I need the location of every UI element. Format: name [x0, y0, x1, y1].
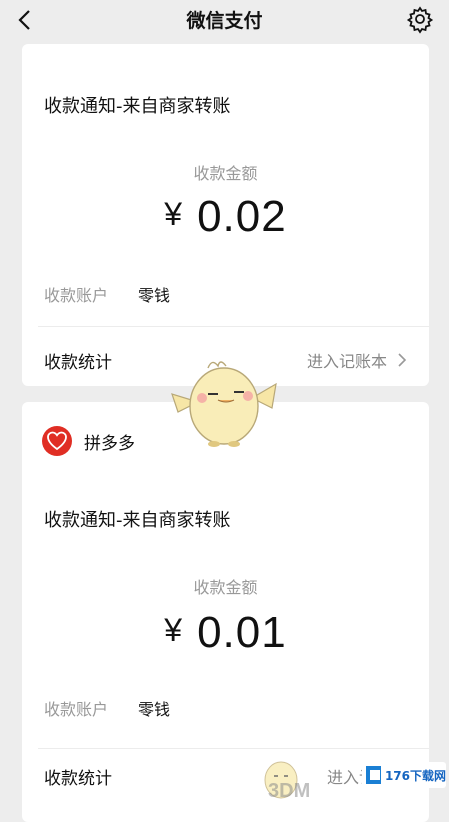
site-logo-icon	[366, 766, 381, 784]
amount-label: 收款金额	[193, 578, 258, 597]
currency-symbol: ¥	[164, 196, 184, 232]
merchant-name: 拼多多	[84, 433, 135, 454]
account-label: 收款账户	[44, 700, 109, 719]
watermark-text: 3DM	[268, 780, 311, 802]
stats-label: 收款统计	[44, 353, 112, 373]
currency-symbol: ¥	[164, 612, 184, 648]
chick-mascot-icon	[171, 361, 277, 447]
merchant-logo-icon	[42, 426, 72, 456]
ledger-link-label: 进入记账本	[306, 352, 387, 371]
notice-title: 收款通知-来自商家转账	[44, 510, 231, 531]
merchant-row: 拼多多	[42, 424, 135, 458]
settings-button[interactable]	[405, 4, 435, 34]
site-badge: 176下载网	[362, 762, 446, 788]
heart-icon	[47, 431, 67, 451]
site-badge-text: 176下载网	[384, 768, 446, 783]
divider	[38, 326, 429, 327]
top-bar: 微信支付	[0, 0, 449, 40]
divider	[38, 748, 429, 749]
account-value: 零钱	[138, 286, 171, 305]
payment-notice-card: 收款通知-来自商家转账 收款金额 ¥0.02 收款账户 零钱 收款统计 进入记账…	[22, 44, 429, 386]
amount-label: 收款金额	[193, 164, 258, 183]
amount-value: ¥0.01	[22, 608, 429, 658]
payment-notice-card: 拼多多 收款通知-来自商家转账 收款金额 ¥0.01 收款账户 零钱 收款统计 …	[22, 402, 429, 822]
stats-label: 收款统计	[44, 769, 112, 789]
amount-number: 0.02	[197, 192, 287, 241]
account-label: 收款账户	[44, 286, 109, 305]
page-title: 微信支付	[186, 10, 263, 32]
gear-icon	[406, 6, 434, 34]
amount-value: ¥0.02	[22, 192, 429, 242]
notice-title: 收款通知-来自商家转账	[44, 96, 231, 117]
chevron-right-icon	[398, 353, 407, 367]
amount-number: 0.01	[197, 608, 287, 657]
ledger-link[interactable]: 进入记账本	[307, 348, 407, 372]
account-value: 零钱	[138, 700, 171, 719]
